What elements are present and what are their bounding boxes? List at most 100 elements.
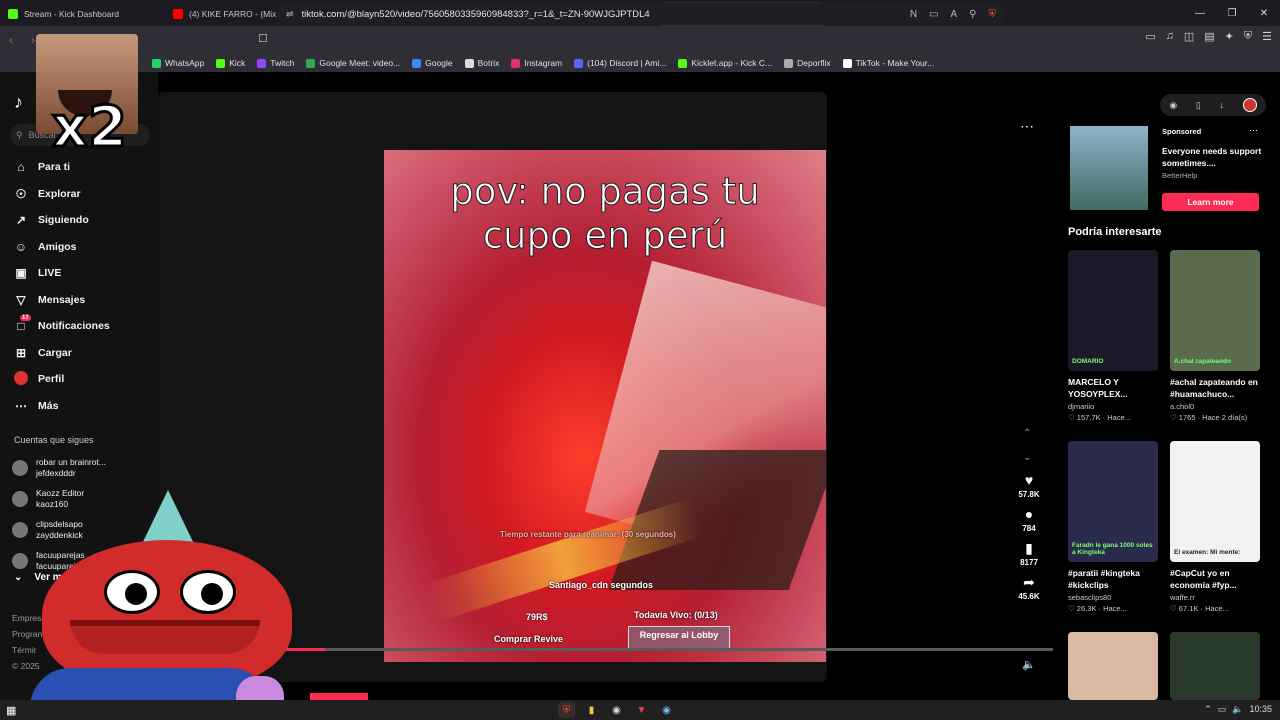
browser-right-tools: ▭ ♫ ◫ ▤ ✦ ⛨ ☰ (1145, 30, 1272, 43)
bookmark-item[interactable]: Kick (216, 58, 245, 68)
brave-shield-icon[interactable]: ⛨ (989, 9, 997, 20)
card-user[interactable]: sebasclips80 (1068, 593, 1160, 602)
bookmark-favicon-icon (152, 58, 161, 68)
no-translate-icon[interactable]: N (910, 9, 917, 20)
save-icon[interactable]: ▮ (1025, 540, 1033, 558)
browser-tab[interactable]: Stream - Kick Dashboard (0, 2, 165, 26)
browser-toolbar: ‹ › (0, 26, 1280, 54)
bookmark-item[interactable]: WhatsApp (152, 58, 204, 68)
learn-more-button[interactable]: Learn more (1162, 193, 1259, 211)
brave-taskbar-icon[interactable]: ⛨ (558, 702, 575, 718)
steam-icon[interactable]: ◉ (658, 702, 675, 718)
bookmark-favicon-icon (216, 58, 226, 68)
vpn-icon[interactable]: ▭ (1145, 30, 1155, 43)
recommendation-card[interactable]: A.chal zapateando #achal zapateando en #h… (1170, 250, 1262, 422)
more-options-icon[interactable]: ⋯ (1020, 118, 1034, 135)
bookmark-item[interactable]: (104) Discord | Ami... (574, 58, 666, 68)
tiktok-logo-icon[interactable]: ♪ (14, 92, 23, 113)
bookmark-item[interactable]: TikTok - Make Your... (842, 58, 935, 68)
chevron-down-icon[interactable]: ⌄ (1023, 452, 1031, 463)
device-icon[interactable]: ▯ (1196, 100, 1201, 111)
site-info-icon[interactable]: ⇌ (286, 9, 294, 20)
sidebar-item-explorar[interactable]: ☉ Explorar (0, 181, 158, 208)
bookmark-item[interactable]: Google Meet: video... (306, 58, 400, 68)
back-button[interactable]: ‹ (0, 29, 22, 51)
restore-button[interactable]: ❐ (1216, 0, 1248, 26)
bookmark-favicon-icon (306, 58, 316, 68)
coins-icon[interactable]: ◉ (1169, 100, 1177, 111)
share-icon[interactable]: ➦ (1023, 574, 1035, 592)
sponsored-label: Sponsored (1162, 127, 1202, 136)
app-icon[interactable]: ▼ (633, 702, 650, 718)
video-progress-bar[interactable] (270, 648, 1053, 651)
shield-icon[interactable]: ⛨ (1244, 30, 1252, 43)
bookmark-item[interactable]: Instagram (511, 58, 562, 68)
file-explorer-icon[interactable]: ▮ (583, 702, 600, 718)
clock[interactable]: 10:35 (1249, 704, 1272, 715)
menu-icon[interactable]: ☰ (1262, 30, 1272, 43)
tiktok-live-indicator (310, 693, 368, 700)
bookmark-label: Kick (229, 58, 246, 68)
wallet-icon[interactable]: ▤ (1204, 30, 1214, 43)
taskbar-apps: ⛨ ▮ ◉ ▼ ◉ (558, 702, 675, 718)
sidebar-item-label: Para ti (38, 161, 71, 174)
recommendation-card-partial[interactable] (1170, 632, 1262, 700)
sidebar-item-notificaciones[interactable]: □ Notificaciones 17 (0, 313, 158, 340)
video-thumbnail[interactable]: DOMARIO (1068, 250, 1158, 371)
sidebar-item-cargar[interactable]: ⊞ Cargar (0, 340, 158, 367)
bookmark-icon[interactable]: ☐ (258, 32, 268, 45)
minimize-button[interactable]: — (1184, 0, 1216, 26)
sidebar-item-mensajes[interactable]: ▽ Mensajes (0, 287, 158, 314)
comment-icon[interactable]: ● (1025, 506, 1033, 524)
bookmark-item[interactable]: Botrix (464, 58, 499, 68)
recommendation-card[interactable]: El examen: Mi mente: #CapCut yo en econom… (1170, 441, 1262, 613)
card-meta: ♡ 1765 · Hace 2 día(s) (1170, 413, 1248, 422)
close-window-button[interactable]: ✕ (1248, 0, 1280, 26)
card-user[interactable]: djmariio (1068, 402, 1160, 411)
windows-start-icon[interactable]: ▦ (6, 704, 16, 717)
following-account[interactable]: robar un brainrot... jefdexdddr (12, 452, 106, 483)
sidebar-item-live[interactable]: ▣ LIVE (0, 260, 158, 287)
live-icon: ▣ (15, 266, 27, 281)
like-icon[interactable]: ♥ (1025, 472, 1033, 490)
card-title: #achal zapateando en #huamachuco... (1170, 377, 1258, 399)
card-user[interactable]: a.chol0 (1170, 402, 1262, 411)
card-user[interactable]: waffe.rr (1170, 593, 1262, 602)
bookmark-label: TikTok - Make Your... (855, 58, 935, 68)
music-icon[interactable]: ♫ (1166, 30, 1174, 43)
sidebar-item-m-s[interactable]: ⋯ Más (0, 393, 158, 420)
chevron-up-icon[interactable]: ⌃ (1023, 428, 1031, 439)
video-frame[interactable]: pov: no pagas tu cupo en perú Tiempo res… (384, 150, 826, 662)
bookmark-item[interactable]: Kicklet.app - Kick C... (678, 58, 772, 68)
leo-ai-icon[interactable]: ✦ (1225, 30, 1234, 43)
bookmark-item[interactable]: Twitch (257, 58, 294, 68)
url-text[interactable]: tiktok.com/@blayn520/video/7560580335960… (302, 9, 902, 20)
window-controls: — ❐ ✕ (1184, 0, 1280, 26)
user-avatar[interactable] (1242, 98, 1257, 112)
translate-icon[interactable]: A (951, 9, 958, 20)
speaker-icon[interactable]: 🔈 (1232, 704, 1243, 715)
download-icon[interactable]: ↓ (1219, 100, 1224, 110)
ad-more-icon[interactable]: ⋯ (1249, 125, 1258, 136)
ad-thumbnail[interactable] (1070, 126, 1148, 210)
zoom-icon[interactable]: ⚲ (969, 9, 976, 20)
sidebar-item-perfil[interactable]: Perfil (0, 366, 158, 393)
network-icon[interactable]: ▭ (1218, 704, 1227, 715)
video-thumbnail[interactable]: El examen: Mi mente: (1170, 441, 1260, 562)
address-bar[interactable]: ⇌ tiktok.com/@blayn520/video/75605803359… (276, 3, 1006, 25)
sidebar-toggle-icon[interactable]: ◫ (1184, 30, 1194, 43)
sidebar-item-siguiendo[interactable]: ↗ Siguiendo (0, 207, 158, 234)
recommendation-card-partial[interactable] (1068, 632, 1160, 700)
video-thumbnail[interactable]: Faradn le gana 1000 soles a Kingteka (1068, 441, 1158, 562)
sidebar-item-amigos[interactable]: ☺ Amigos (0, 234, 158, 261)
recommendation-card[interactable]: DOMARIO MARCELO Y YOSOYPLEX... djmariio ♡ 1… (1068, 250, 1160, 422)
tray-chevron-icon[interactable]: ⌃ (1204, 704, 1212, 715)
bookmark-item[interactable]: Google (412, 58, 453, 68)
thumbnail-text: El examen: Mi mente: (1174, 549, 1241, 556)
bookmark-item[interactable]: Deporflix (784, 58, 831, 68)
volume-icon[interactable]: 🔈 (1022, 658, 1036, 671)
cast-icon[interactable]: ▭ (929, 9, 938, 20)
video-thumbnail[interactable]: A.chal zapateando (1170, 250, 1260, 371)
recommendation-card[interactable]: Faradn le gana 1000 soles a Kingteka #par… (1068, 441, 1160, 613)
obs-icon[interactable]: ◉ (608, 702, 625, 718)
